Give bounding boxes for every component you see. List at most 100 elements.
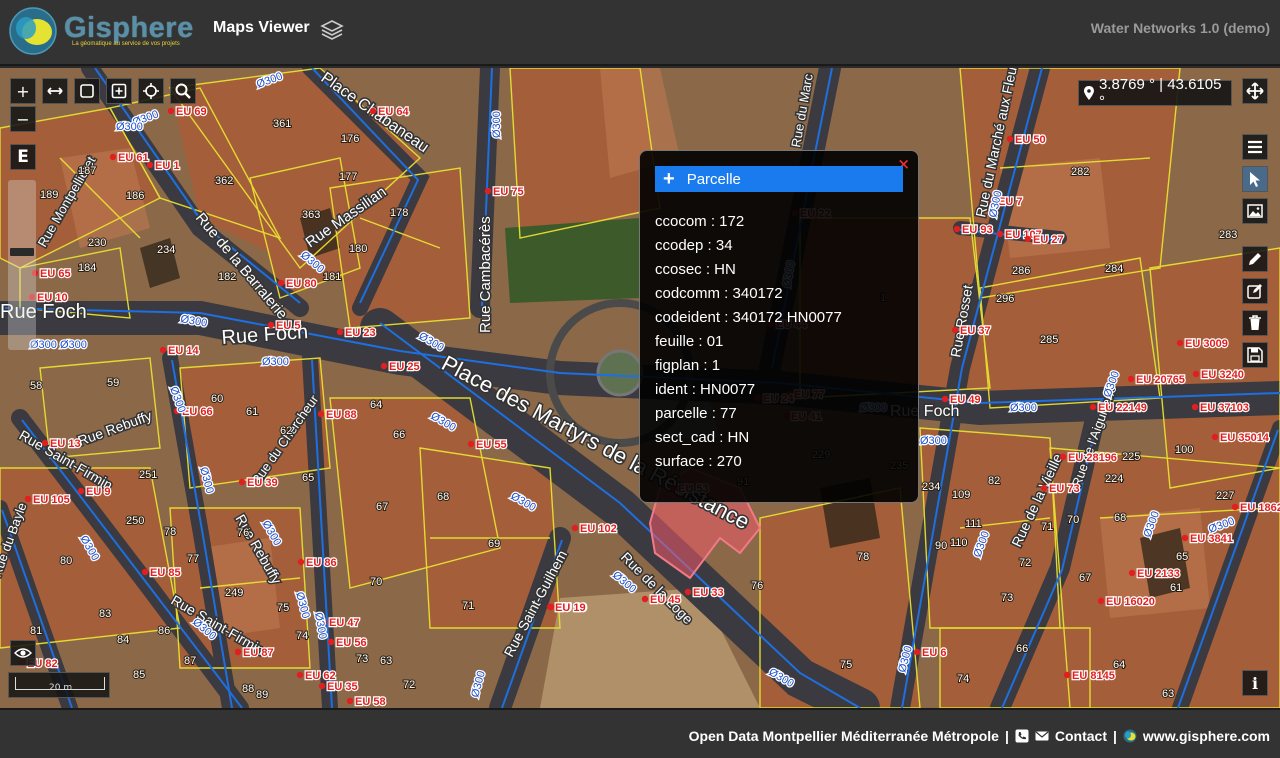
website-link[interactable]: www.gisphere.com [1143,728,1270,744]
select-tool-button[interactable] [1242,166,1268,192]
expand-plus-icon[interactable]: + [663,169,675,189]
sewer-node-marker[interactable] [141,568,149,576]
sewer-node-label: EU 69 [176,106,207,118]
sewer-node-marker[interactable] [267,321,275,329]
sewer-node-marker[interactable] [913,648,921,656]
pan-button[interactable] [1242,78,1268,104]
sewer-node-marker[interactable] [146,161,154,169]
layers-icon[interactable] [320,18,344,42]
popup-header[interactable]: + Parcelle [655,166,903,192]
parcel-number-label: 363 [302,209,320,221]
sewer-node-marker[interactable] [327,638,335,646]
zoom-slider-handle[interactable] [10,248,34,256]
sewer-node-marker[interactable] [380,362,388,370]
sewer-node-marker[interactable] [1211,433,1219,441]
sewer-node-marker[interactable] [996,230,1004,238]
open-data-link[interactable]: Open Data Montpellier Méditerranée Métro… [689,728,999,744]
sewer-node-marker[interactable] [234,648,242,656]
measure-distance-button[interactable] [42,78,68,104]
parcel-number-label: 110 [950,537,968,549]
sewer-node-marker[interactable] [571,524,579,532]
sewer-node-marker[interactable] [24,495,32,503]
sewer-node-marker[interactable] [941,395,949,403]
edit-square-icon [1247,284,1262,299]
sewer-node-marker[interactable] [1024,235,1032,243]
sewer-node-marker[interactable] [159,346,167,354]
sewer-node-marker[interactable] [1127,375,1135,383]
sewer-node-marker[interactable] [1181,534,1189,542]
delete-button[interactable] [1242,310,1268,336]
draw-pencil-button[interactable] [1242,246,1268,272]
parcel-number-label: 71 [462,600,474,612]
sewer-node-marker[interactable] [1089,403,1097,411]
phone-icon [1015,729,1029,743]
footer-separator: | [1004,728,1009,744]
sewer-node-marker[interactable] [1006,135,1014,143]
search-button[interactable] [170,78,196,104]
edit-feature-button[interactable] [1242,278,1268,304]
parcel-number-label: 61 [246,406,258,418]
move-arrows-icon [1246,82,1264,100]
parcel-number-label: 77 [187,553,199,565]
visibility-toggle-button[interactable] [10,640,36,666]
sewer-node-marker[interactable] [318,682,326,690]
zoom-slider[interactable] [8,180,36,350]
sewer-node-marker[interactable] [1059,453,1067,461]
pipe-diameter-label: Ø300 [767,666,796,690]
pipe-diameter-label: Ø300 [469,670,488,699]
footer-links: Open Data Montpellier Méditerranée Métro… [689,728,1270,744]
eye-icon [14,648,32,658]
locate-button[interactable] [138,78,164,104]
sewer-node-marker[interactable] [951,326,959,334]
contact-link[interactable]: Contact [1055,728,1107,744]
select-rectangle-button[interactable] [74,78,100,104]
sewer-node-marker[interactable] [317,410,325,418]
sewer-node-marker[interactable] [277,279,285,287]
popup-attribute: parcelle : 77 [655,405,737,422]
envelope-icon [1035,731,1049,741]
sewer-node-marker[interactable] [1097,597,1105,605]
zoom-in-button[interactable]: + [10,78,36,104]
sewer-node-marker[interactable] [1231,503,1239,511]
parcel-number-label: 82 [988,475,1000,487]
sewer-node-marker[interactable] [297,558,305,566]
map-view[interactable]: Rue Foch Rue Foch Rue Foch Place des Martyr… [0,68,1280,708]
sewer-node-label: EU 8145 [1072,670,1115,682]
sewer-node-marker[interactable] [1176,339,1184,347]
sewer-node-marker[interactable] [484,187,492,195]
sewer-node-marker[interactable] [41,439,49,447]
sewer-node-marker[interactable] [109,153,117,161]
sewer-node-marker[interactable] [77,487,85,495]
sewer-node-marker[interactable] [1040,484,1048,492]
sewer-node-marker[interactable] [1128,569,1136,577]
info-button[interactable]: i [1242,670,1268,696]
sewer-node-label: EU 9 [86,486,110,498]
sewer-node-marker[interactable] [1063,671,1071,679]
sewer-node-label: EU 23 [345,327,376,339]
sewer-node-marker[interactable] [641,595,649,603]
zoom-out-button[interactable]: − [10,106,36,132]
sewer-node-marker[interactable] [296,671,304,679]
sewer-node-marker[interactable] [238,478,246,486]
menu-button[interactable] [1242,134,1268,160]
sewer-node-marker[interactable] [467,440,475,448]
sewer-node-label: EU 87 [243,647,274,659]
basemap-image-button[interactable] [1242,198,1268,224]
pipe-diameter-label: Ø300 [417,330,446,354]
parcel-number-label: 86 [158,625,170,637]
sewer-node-marker[interactable] [953,225,961,233]
sewer-node-marker[interactable] [1191,403,1199,411]
popup-attribute: ident : HN0077 [655,381,756,398]
sewer-node-marker[interactable] [346,697,354,705]
parcel-number-label: 75 [277,602,289,614]
sewer-node-marker[interactable] [1192,370,1200,378]
zoom-box-button[interactable] [106,78,132,104]
sewer-node-marker[interactable] [336,328,344,336]
edit-mode-button[interactable]: E [10,144,36,170]
save-button[interactable] [1242,342,1268,368]
parcel-number-label: 90 [935,540,947,552]
sewer-node-marker[interactable] [167,107,175,115]
sewer-node-marker[interactable] [684,588,692,596]
sewer-node-marker[interactable] [546,603,554,611]
sewer-node-marker[interactable] [369,107,377,115]
